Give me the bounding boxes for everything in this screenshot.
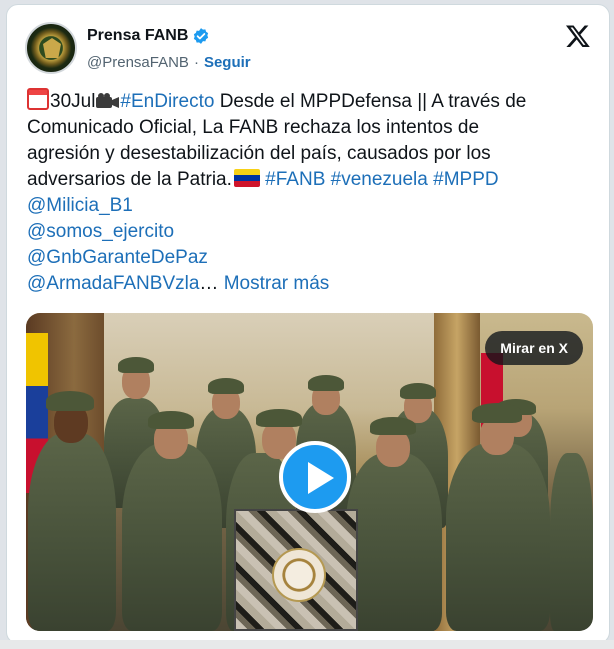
soldier-hat <box>400 383 436 399</box>
bottom-divider <box>0 640 614 649</box>
tweet-line-1: 30Jul #EnDirecto Desde el MPPDefensa || A… <box>27 88 601 115</box>
tweet-line-2: Comunicado Oficial, La FANB rechaza los … <box>27 117 480 138</box>
hashtag-fanb[interactable]: #FANB <box>265 169 325 190</box>
soldier <box>550 453 593 631</box>
mention-armada[interactable]: @ArmadaFANBVzla <box>27 273 199 294</box>
calendar-icon <box>27 88 49 110</box>
ellipsis: … <box>199 273 219 294</box>
tweet-card: Prensa FANB @PrensaFANB · Seguir 30Jul #EnD… <box>6 4 610 644</box>
soldier-hat <box>472 403 522 423</box>
soldier-hat <box>308 375 344 391</box>
soldier <box>28 433 116 631</box>
video-thumbnail[interactable]: Mirar en X <box>26 313 593 631</box>
watch-on-x-button[interactable]: Mirar en X <box>485 331 583 365</box>
verified-badge-icon <box>193 28 209 44</box>
hashtag-mppd[interactable]: #MPPD <box>433 169 498 190</box>
soldier-hat <box>148 411 194 429</box>
soldier <box>122 443 222 631</box>
video-camera-icon <box>96 93 120 108</box>
podium-seal <box>272 548 326 602</box>
soldier <box>346 453 442 631</box>
tweet-body-1: Desde el MPPDefensa || A través de <box>214 91 527 112</box>
soldier-hat <box>370 417 416 435</box>
mention-gnb[interactable]: @GnbGaranteDePaz <box>27 247 208 268</box>
soldier-hat <box>256 409 302 427</box>
soldier-hat <box>118 357 154 373</box>
soldier-hat <box>46 391 94 411</box>
x-logo-icon[interactable] <box>565 23 591 49</box>
venezuela-flag-icon <box>233 169 260 187</box>
tweet-text: 30Jul #EnDirecto Desde el MPPDefensa || A… <box>27 88 601 297</box>
handle-row: @PrensaFANB · Seguir <box>87 54 251 71</box>
play-icon[interactable] <box>279 441 351 513</box>
mention-ejercito[interactable]: @somos_ejercito <box>27 221 174 242</box>
tweet-date: 30Jul <box>50 91 96 112</box>
tweet-line-4: adversarios de la Patria. #FANB #venezue… <box>27 167 601 193</box>
tweet-line-3: agresión y desestabilización del país, c… <box>27 143 491 164</box>
separator: · <box>193 54 199 71</box>
soldier-hat <box>208 378 244 394</box>
hashtag-venezuela[interactable]: #venezuela <box>331 169 428 190</box>
author-name[interactable]: Prensa FANB <box>87 27 188 45</box>
soldier <box>446 443 550 631</box>
author-handle[interactable]: @PrensaFANB <box>87 54 189 71</box>
mention-milicia[interactable]: @Milicia_B1 <box>27 195 133 216</box>
tweet-line-4-text: adversarios de la Patria. <box>27 169 232 190</box>
hashtag-endirecto[interactable]: #EnDirecto <box>120 91 214 112</box>
follow-button[interactable]: Seguir <box>204 54 251 71</box>
show-more-link[interactable]: Mostrar más <box>224 273 330 294</box>
avatar[interactable] <box>25 22 77 74</box>
